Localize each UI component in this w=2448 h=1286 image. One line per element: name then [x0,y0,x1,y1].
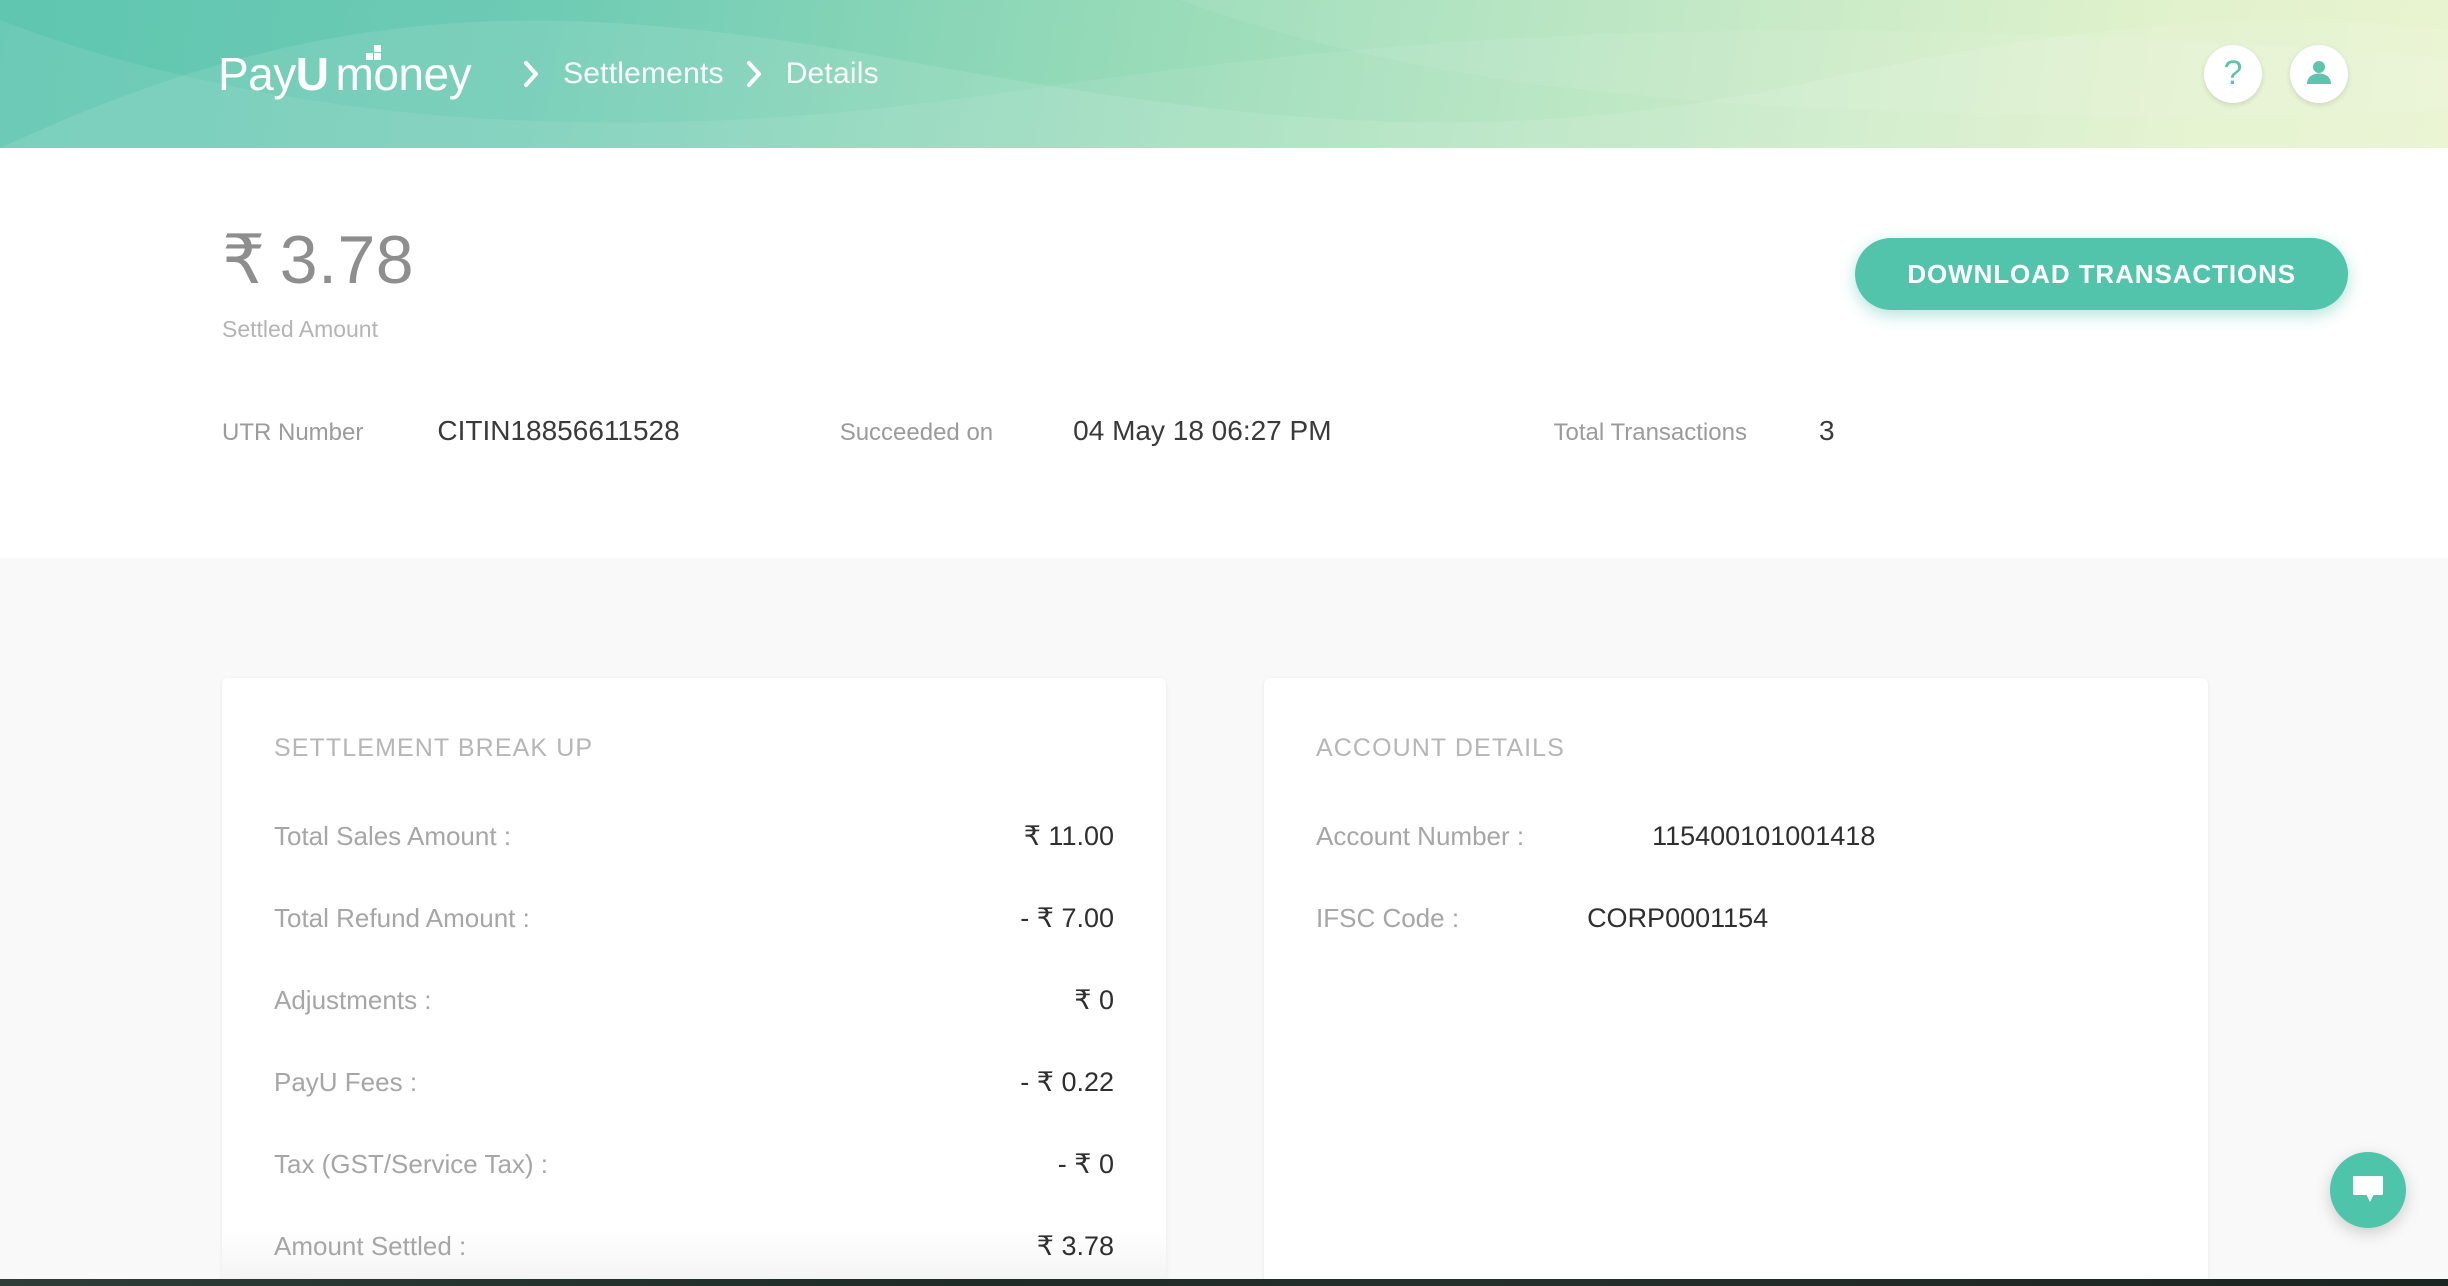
table-row: Total Sales Amount : ₹ 11.00 [274,821,1114,903]
amount-settled-value: ₹ 3.78 [1036,1231,1114,1261]
chat-widget-button[interactable] [2330,1152,2406,1228]
header-actions: ? [2204,45,2348,103]
tax-label: Tax (GST/Service Tax) : [274,1149,549,1179]
settlement-meta-row: UTR Number CITIN18856611528 Succeeded on… [222,415,2348,447]
succeeded-on-field: Succeeded on 04 May 18 06:27 PM [840,415,1332,447]
logo-pay-text: Pay [218,48,296,100]
logo-pixel-dots [366,45,388,67]
details-cards: SETTLEMENT BREAK UP Total Sales Amount :… [0,558,2448,1286]
table-row: Amount Settled : ₹ 3.78 [222,1231,1166,1286]
utr-number-value: CITIN18856611528 [437,415,680,446]
download-transactions-button[interactable]: DOWNLOAD TRANSACTIONS [1855,238,2348,310]
ifsc-code-value: CORP0001154 [1587,903,1769,933]
window-bottom-edge [0,1279,2448,1286]
total-sales-amount-value: ₹ 11.00 [1023,821,1114,851]
account-number-value: 115400101001418 [1652,821,1876,851]
total-sales-amount-label: Total Sales Amount : [274,821,512,851]
account-details-card: ACCOUNT DETAILS Account Number : 1154001… [1264,678,2208,1286]
table-row: IFSC Code : CORP0001154 [1316,903,2156,985]
tax-value: - ₹ 0 [1057,1149,1114,1179]
settlement-summary: ₹3.78 Settled Amount DOWNLOAD TRANSACTIO… [0,148,2448,558]
chevron-right-icon [746,60,764,88]
table-row: Adjustments : ₹ 0 [274,985,1114,1067]
table-row: PayU Fees : - ₹ 0.22 [274,1067,1114,1149]
settlement-details-page: Pay U money Settlements Details ? ₹ 3.78… [0,0,2448,1286]
utr-number-field: UTR Number CITIN18856611528 [222,415,680,447]
breadcrumb-item-details[interactable]: Details [786,57,879,91]
succeeded-on-label: Succeeded on [839,419,994,446]
table-row: Account Number : 115400101001418 [1316,821,2156,903]
table-row: Total Refund Amount : - ₹ 7.00 [274,903,1114,985]
app-header: Pay U money Settlements Details ? [0,0,2448,148]
settled-amount: ₹3.78 [222,226,414,294]
payu-fees-value: - ₹ 0.22 [1020,1067,1114,1097]
total-transactions-value: 3 [1818,415,1835,446]
chevron-right-icon [523,60,541,88]
user-icon [2302,55,2336,94]
logo-money-text: money [335,48,472,100]
breadcrumb-item-settlements[interactable]: Settlements [563,57,724,91]
account-number-label: Account Number : [1316,821,1525,851]
utr-number-label: UTR Number [222,419,364,446]
settled-amount-label: Settled Amount [222,316,378,342]
table-row: Tax (GST/Service Tax) : - ₹ 0 [274,1149,1114,1231]
payumoney-logo[interactable]: Pay U money [218,45,472,101]
settlement-breakup-card: SETTLEMENT BREAK UP Total Sales Amount :… [222,678,1166,1286]
adjustments-value: ₹ 0 [1074,985,1114,1015]
total-refund-amount-label: Total Refund Amount : [274,903,530,933]
total-transactions-label: Total Transactions [1553,419,1747,446]
account-details-title: ACCOUNT DETAILS [1316,734,1565,762]
logo-u-text: U [295,48,329,100]
adjustments-label: Adjustments : [274,985,432,1015]
total-transactions-field: Total Transactions 3 [1554,415,1835,447]
total-refund-amount-value: - ₹ 7.00 [1020,903,1114,933]
rupee-symbol: ₹ [222,222,266,298]
account-button[interactable] [2290,45,2348,103]
chat-bubble-icon [2349,1171,2387,1210]
payu-fees-label: PayU Fees : [274,1067,418,1097]
succeeded-on-value: 04 May 18 06:27 PM [1073,415,1332,446]
help-button[interactable]: ? [2204,45,2262,103]
settled-amount-block: ₹3.78 Settled Amount [222,226,414,343]
question-mark-icon: ? [2223,54,2243,92]
ifsc-code-label: IFSC Code : [1316,903,1460,933]
settled-amount-value: 3.78 [279,222,415,298]
amount-settled-label: Amount Settled : [274,1231,467,1261]
settlement-breakup-title: SETTLEMENT BREAK UP [274,734,594,762]
breadcrumb: Settlements Details [501,57,879,91]
